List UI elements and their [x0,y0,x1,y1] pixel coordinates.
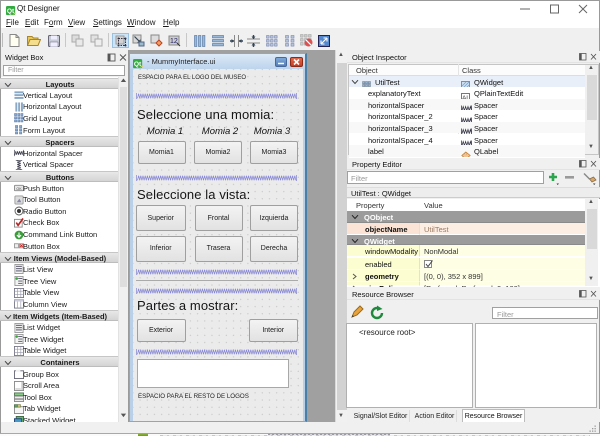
svg-text:OK: OK [16,187,22,191]
svg-text:12: 12 [170,38,178,45]
